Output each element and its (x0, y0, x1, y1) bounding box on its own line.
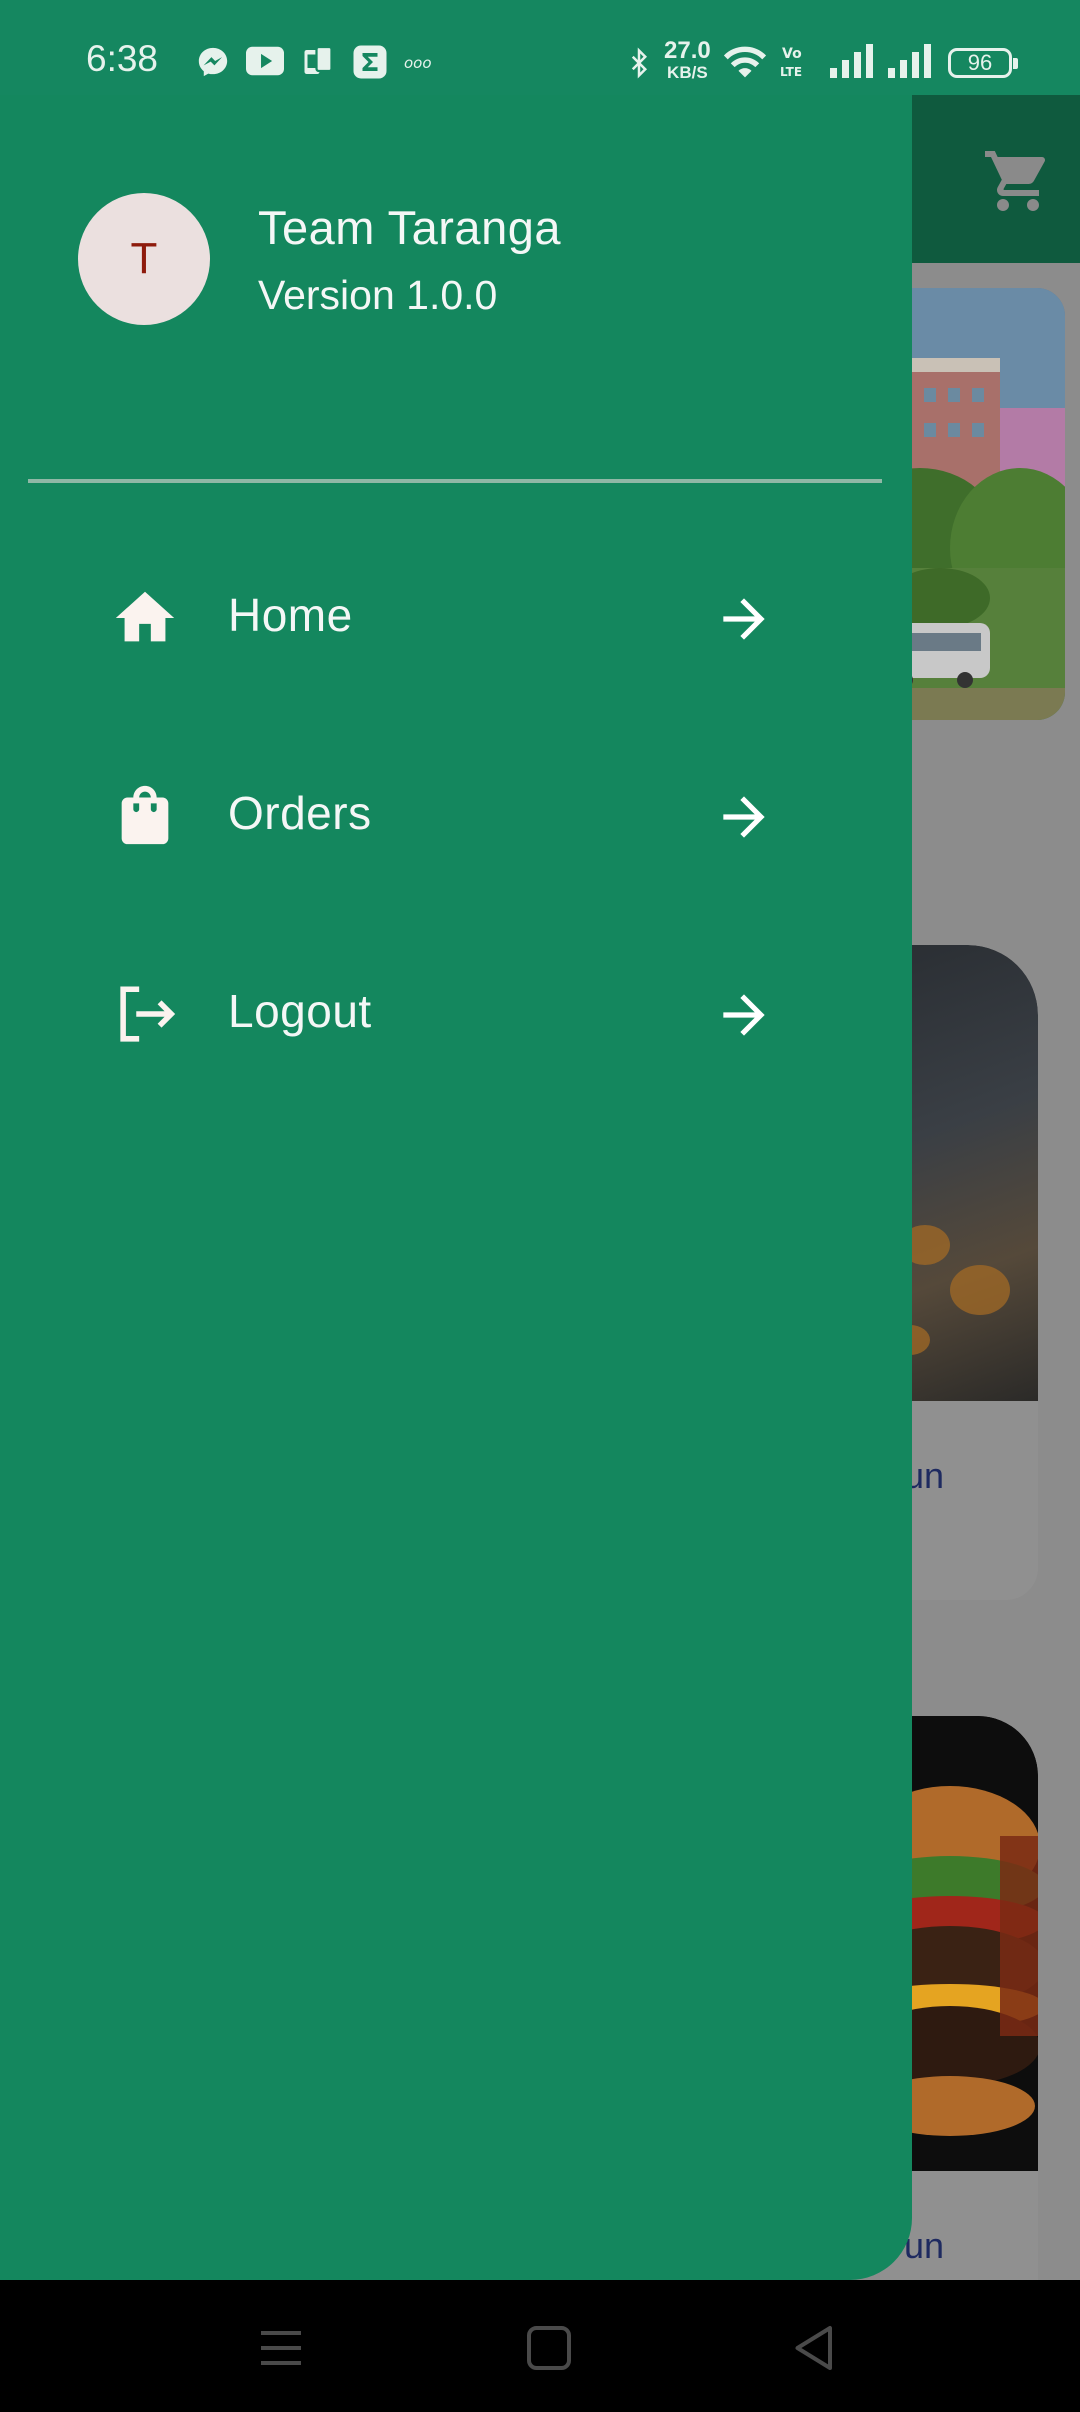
back-icon[interactable] (785, 2318, 845, 2378)
battery-indicator: 96 (948, 48, 1018, 78)
svg-text:Vo: Vo (782, 46, 802, 62)
arrow-right-icon (723, 994, 765, 1036)
drawer-item-logout[interactable]: Logout (0, 944, 912, 1084)
phone-clone-icon (304, 45, 333, 74)
drawer-item-home[interactable]: Home (0, 548, 912, 688)
sigma-app-icon (353, 45, 387, 79)
svg-text:LTE: LTE (780, 65, 802, 79)
drawer-item-label: Logout (228, 985, 372, 1037)
profile-name: Team Taranga (258, 201, 561, 254)
drawer-divider (28, 479, 882, 483)
network-speed: 27.0 KB/S (664, 37, 711, 83)
youtube-icon (246, 46, 284, 76)
volte-icon: Vo LTE (780, 46, 802, 79)
bluetooth-icon (631, 47, 648, 79)
messenger-icon (198, 47, 228, 77)
home-button-icon[interactable] (519, 2318, 579, 2378)
menu-icon[interactable] (251, 2318, 311, 2378)
signal-icon (888, 44, 931, 78)
drawer-item-orders[interactable]: Orders (0, 746, 912, 886)
logout-icon (120, 986, 176, 1042)
navigation-drawer (0, 95, 912, 2280)
drawer-item-label: Orders (228, 787, 372, 839)
avatar: T (78, 193, 210, 325)
status-time: 6:38 (86, 38, 159, 79)
arrow-right-icon (723, 598, 765, 640)
screen: un un 6:38 ooo 27.0 KB/S Vo LTE 96 T Tea… (0, 0, 1080, 2412)
svg-text:ooo: ooo (404, 54, 432, 72)
rcs-icon: ooo (404, 54, 432, 72)
shopping-bag-icon (121, 785, 169, 845)
signal-icon (830, 44, 873, 78)
arrow-right-icon (723, 796, 765, 838)
drawer-item-label: Home (228, 589, 353, 641)
status-bar: 6:38 ooo 27.0 KB/S Vo LTE 96 (0, 0, 1080, 95)
cart-icon[interactable] (980, 145, 1056, 217)
app-version: Version 1.0.0 (258, 272, 498, 318)
wifi-icon (723, 46, 767, 78)
home-icon (115, 591, 175, 642)
